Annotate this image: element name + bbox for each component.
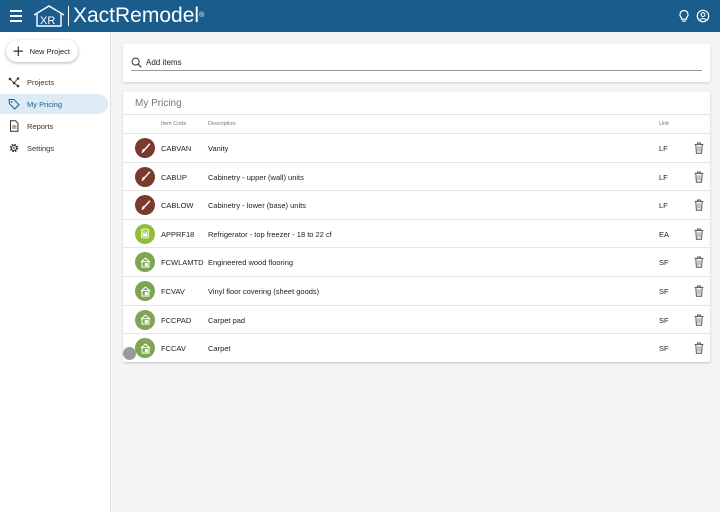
add-items-card	[123, 44, 710, 82]
hamburger-icon[interactable]	[10, 10, 22, 22]
sidebar-item-label: Projects	[27, 77, 55, 87]
delete-icon[interactable]	[694, 285, 704, 297]
item-code: APPRF18	[161, 229, 195, 239]
delete-icon[interactable]	[694, 314, 704, 326]
table-row[interactable]: CABVAN Vanity LF	[123, 133, 710, 162]
sidebar-item-label: My Pricing	[27, 99, 63, 109]
table-row[interactable]: CABUP Cabinetry - upper (wall) units LF	[123, 161, 710, 191]
new-project-label: New Project	[29, 46, 71, 56]
card-title: My Pricing	[135, 98, 182, 109]
item-code: FCWLAMTD	[161, 258, 204, 268]
item-unit: EA	[659, 229, 670, 239]
sidebar-item-label: Settings	[27, 143, 55, 153]
brand-name: XactRemodel®	[73, 4, 205, 27]
add-items-input[interactable]	[146, 57, 666, 67]
column-header-description: Description	[208, 121, 236, 127]
table-row[interactable]: CABLOW Cabinetry - lower (base) units LF	[123, 190, 710, 219]
item-code: FCCPAD	[161, 315, 192, 325]
brush-icon	[135, 166, 155, 187]
item-unit: LF	[659, 172, 668, 182]
item-code: CABUP	[161, 172, 187, 182]
item-unit: LF	[659, 144, 668, 153]
item-unit: SF	[659, 315, 669, 325]
delete-icon[interactable]	[694, 228, 704, 240]
app-logo[interactable]: XR XactRemodel®	[33, 3, 204, 29]
item-description: Engineered wood flooring	[208, 258, 294, 268]
item-description: Cabinetry - upper (wall) units	[208, 172, 304, 182]
item-description: Carpet pad	[208, 315, 246, 325]
projects-icon	[8, 77, 20, 88]
svg-text:XR: XR	[40, 15, 55, 27]
item-unit: SF	[659, 258, 669, 268]
item-code: FCVAV	[161, 287, 185, 296]
xr-logo-mark: XR	[33, 5, 65, 27]
my-pricing-card: My Pricing Item Code Description Unit CA…	[123, 92, 710, 362]
sidebar-item-my-pricing[interactable]: My Pricing	[0, 94, 108, 114]
top-app-bar: XR XactRemodel®	[0, 0, 720, 32]
item-unit: SF	[659, 287, 669, 296]
search-icon	[131, 57, 142, 68]
tag-icon	[8, 99, 20, 110]
brush-icon	[135, 195, 155, 216]
item-unit: SF	[659, 344, 669, 354]
table-row[interactable]: FCWLAMTD Engineered wood flooring SF	[123, 247, 710, 276]
delete-icon[interactable]	[694, 142, 704, 154]
item-code: FCCAV	[161, 344, 186, 354]
table-row[interactable]: FCCPAD Carpet pad SF	[123, 304, 710, 334]
item-description: Cabinetry - lower (base) units	[208, 201, 306, 211]
sidebar-item-reports[interactable]: Reports	[0, 116, 108, 136]
item-description: Carpet	[208, 344, 231, 354]
item-code: CABVAN	[161, 144, 192, 153]
item-description: Vinyl floor covering (sheet goods)	[208, 287, 320, 296]
touch-cursor-indicator	[123, 347, 136, 360]
add-items-field[interactable]	[131, 54, 702, 71]
gear-icon	[9, 143, 19, 153]
item-description: Refrigerator - top freezer - 18 to 22 cf	[208, 229, 332, 239]
column-header-unit: Unit	[659, 121, 669, 127]
lightbulb-icon[interactable]	[677, 9, 691, 23]
sidebar: + New Project Projects My Pricing Report…	[0, 32, 111, 512]
sidebar-item-settings[interactable]: Settings	[0, 138, 108, 158]
delete-icon[interactable]	[694, 256, 704, 269]
flooring-icon	[135, 281, 155, 301]
account-icon[interactable]	[696, 9, 710, 23]
table-header: Item Code Description Unit	[123, 120, 710, 132]
table-row[interactable]: APPRF18 Refrigerator - top freezer - 18 t…	[123, 218, 710, 248]
delete-icon[interactable]	[694, 199, 704, 211]
sidebar-item-projects[interactable]: Projects	[0, 72, 108, 92]
sidebar-item-label: Reports	[27, 121, 54, 131]
brush-icon	[135, 138, 155, 158]
delete-icon[interactable]	[694, 171, 704, 183]
flooring-icon	[135, 309, 155, 330]
table-row[interactable]: FCCAV Carpet SF	[123, 333, 710, 362]
delete-icon[interactable]	[694, 342, 704, 354]
document-icon	[10, 120, 19, 132]
column-header-item-code: Item Code	[161, 121, 187, 127]
item-unit: LF	[659, 201, 668, 211]
appliance-icon	[135, 223, 155, 244]
item-description: Vanity	[208, 144, 229, 153]
item-code: CABLOW	[161, 201, 194, 211]
flooring-icon	[135, 252, 155, 273]
new-project-button[interactable]: + New Project	[6, 40, 78, 62]
table-row[interactable]: FCVAV Vinyl floor covering (sheet goods) S…	[123, 276, 710, 305]
plus-icon: +	[12, 42, 25, 60]
flooring-icon	[135, 338, 155, 359]
card-divider	[123, 114, 710, 115]
logo-divider	[68, 6, 69, 26]
